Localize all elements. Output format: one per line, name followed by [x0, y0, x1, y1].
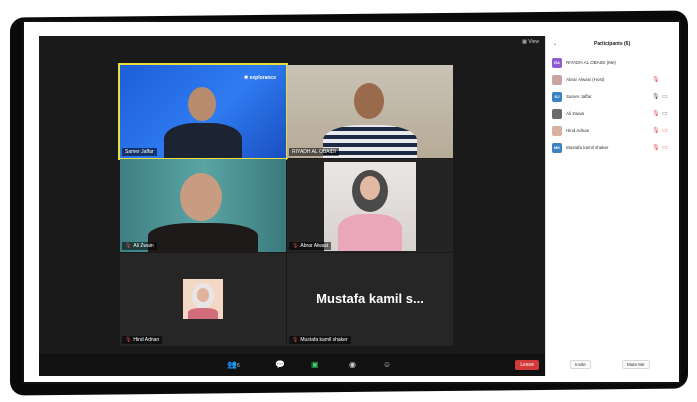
- video-icon: ▭: [662, 111, 668, 117]
- participant-photo: [324, 162, 416, 251]
- tile-name-label: 🎙 Mustafa kamil shaker: [289, 336, 351, 344]
- avatar: SJ: [552, 92, 562, 102]
- participant-body: [188, 308, 218, 319]
- participant-name: RIYADH AL OBAIDI (Me): [566, 60, 617, 65]
- mic-muted-icon: 🎙: [292, 243, 299, 249]
- avatar: RA: [552, 58, 562, 68]
- video-tile-abrar-alwasi[interactable]: 🎙 Abrar Alwasi: [287, 159, 453, 252]
- mic-muted-icon: 🎙: [292, 337, 299, 343]
- avatar: MK: [552, 143, 562, 153]
- participant-name: Mustafa kamil shaker: [566, 145, 609, 150]
- zoom-window: ▦ View ✱ explorance Samer Jaffar RIYADH …: [24, 22, 679, 382]
- leave-button[interactable]: Leave: [515, 360, 539, 370]
- explorance-logo: ✱ explorance: [244, 75, 276, 81]
- mic-muted-icon: 🎙: [125, 243, 132, 249]
- participant-display-name: Mustafa kamil s...: [316, 291, 424, 306]
- video-off-icon: ▭: [662, 128, 668, 134]
- meeting-gallery: ▦ View ✱ explorance Samer Jaffar RIYADH …: [39, 36, 545, 376]
- participant-name: Abrar Alwasi (Host): [566, 77, 605, 82]
- mic-muted-icon: 🎙: [652, 145, 660, 151]
- invite-button[interactable]: Invite: [570, 360, 591, 369]
- participant-row[interactable]: RA RIYADH AL OBAIDI (Me): [552, 56, 674, 73]
- mic-muted-icon: 🎙: [652, 77, 660, 83]
- video-tile-riyadh[interactable]: RIYADH AL OBAIDI: [287, 65, 453, 158]
- participant-name: Hind Adnan: [566, 128, 590, 133]
- mic-muted-icon: 🎙: [652, 111, 660, 117]
- video-tile-samer-jaffar[interactable]: ✱ explorance Samer Jaffar: [118, 63, 288, 160]
- participant-body: [148, 223, 258, 252]
- mic-muted-icon: 🎙: [125, 337, 132, 343]
- panel-header: ⌄ Participants (6): [546, 41, 679, 51]
- avatar: [552, 75, 562, 85]
- panel-title: Participants (6): [594, 41, 631, 47]
- view-button-label: View: [528, 39, 539, 45]
- participant-row[interactable]: Abrar Alwasi (Host) 🎙: [552, 73, 674, 90]
- participant-body: [338, 214, 402, 251]
- participant-row[interactable]: Hind Adnan 🎙 ▭: [552, 124, 674, 141]
- participant-face: [180, 173, 222, 221]
- chat-icon[interactable]: 💬: [275, 360, 285, 369]
- video-off-icon: ▭: [662, 145, 668, 151]
- participant-row[interactable]: Ali Zwain 🎙 ▭: [552, 107, 674, 124]
- tile-name-label: 🎙 Ali Zwain: [122, 242, 157, 250]
- mute-me-button[interactable]: Mute Me: [622, 360, 650, 369]
- video-tile-hind-adnan[interactable]: 🎙 Hind Adnan: [120, 253, 286, 346]
- video-tile-ali-zwain[interactable]: 🎙 Ali Zwain: [120, 159, 286, 252]
- panel-footer: Invite Mute Me: [546, 360, 679, 370]
- participant-name: Ali Zwain: [566, 111, 585, 116]
- tile-name-label: Samer Jaffar: [122, 148, 157, 156]
- participants-button[interactable]: 👥6: [227, 360, 240, 369]
- participant-face: [197, 288, 209, 302]
- meeting-controls: 👥6 💬 ▣ ◉ ☺ Leave: [39, 354, 545, 376]
- mic-muted-icon: 🎙: [652, 128, 660, 134]
- avatar: [552, 109, 562, 119]
- participant-avatar: [183, 279, 223, 319]
- tile-name-label: RIYADH AL OBAIDI: [289, 148, 339, 156]
- participant-row[interactable]: MK Mustafa kamil shaker 🎙 ▭: [552, 141, 674, 158]
- participants-list: RA RIYADH AL OBAIDI (Me) Abrar Alwasi (H…: [552, 56, 674, 158]
- participant-body: [164, 123, 242, 158]
- participant-face: [354, 83, 384, 119]
- participant-name: Samer Jaffar: [566, 94, 592, 99]
- chevron-down-icon[interactable]: ⌄: [553, 41, 557, 47]
- view-button[interactable]: ▦ View: [522, 39, 539, 45]
- participants-panel: ⌄ Participants (6) RA RIYADH AL OBAIDI (…: [545, 36, 679, 376]
- avatar: [552, 126, 562, 136]
- mic-icon: 🎙: [652, 94, 660, 100]
- record-icon[interactable]: ◉: [349, 360, 356, 369]
- tile-name-label: 🎙 Hind Adnan: [122, 336, 163, 344]
- participant-face: [360, 176, 380, 200]
- share-screen-icon[interactable]: ▣: [311, 360, 319, 369]
- reactions-icon[interactable]: ☺: [383, 360, 391, 369]
- participant-row[interactable]: SJ Samer Jaffar 🎙 ▭: [552, 90, 674, 107]
- participant-face: [188, 87, 216, 121]
- tile-name-label: 🎙 Abrar Alwasi: [289, 242, 332, 250]
- video-tile-mustafa[interactable]: Mustafa kamil s... 🎙 Mustafa kamil shaker: [287, 253, 453, 346]
- video-icon: ▭: [662, 94, 668, 100]
